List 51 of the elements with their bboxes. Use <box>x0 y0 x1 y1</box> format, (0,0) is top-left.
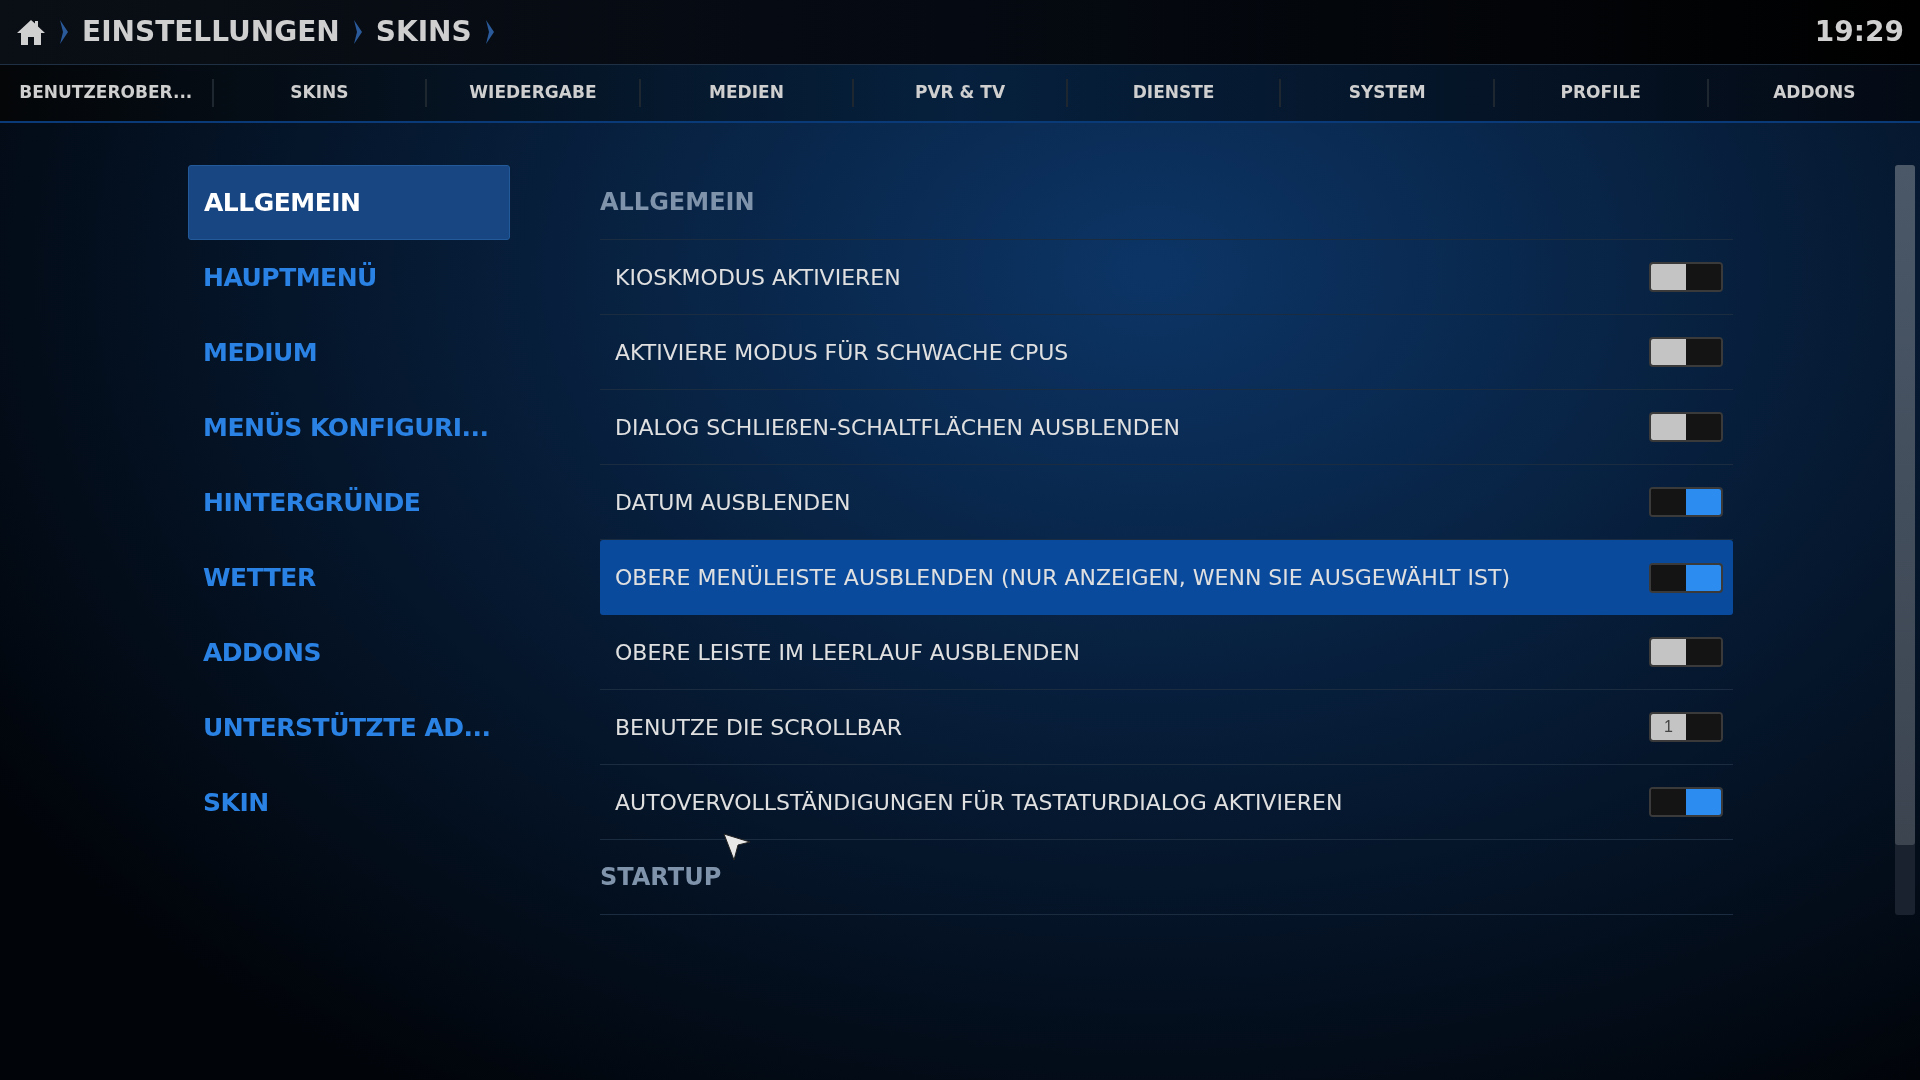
breadcrumb-item[interactable]: SKINS <box>375 11 472 53</box>
chevron-icon <box>351 18 364 46</box>
toggle-switch[interactable] <box>1649 262 1723 292</box>
clock: 19:29 <box>1814 14 1904 50</box>
tab[interactable]: ADDONS <box>1708 65 1920 121</box>
setting-label: DIALOG SCHLIEßEN-SCHALTFLÄCHEN AUSBLENDEN <box>615 413 1181 442</box>
toggle-switch[interactable] <box>1649 337 1723 367</box>
sidebar-item[interactable]: SKIN <box>188 765 510 840</box>
sidebar-item[interactable]: MENÜS KONFIGURI... <box>188 390 510 465</box>
sidebar-item[interactable]: ALLGEMEIN <box>188 165 510 240</box>
setting-label: KIOSKMODUS AKTIVIEREN <box>615 263 901 292</box>
setting-label: OBERE MENÜLEISTE AUSBLENDEN (NUR ANZEIGEN, WENN SIE AUSGEWÄHLT IST) <box>615 564 1511 592</box>
sidebar-item[interactable]: HINTERGRÜNDE <box>188 465 510 540</box>
tab[interactable]: SKINS <box>213 65 426 121</box>
setting-row[interactable]: KIOSKMODUS AKTIVIEREN <box>600 240 1733 315</box>
tab[interactable]: MEDIEN <box>640 65 853 121</box>
tab[interactable]: PVR & TV <box>854 65 1066 121</box>
sidebar-item[interactable]: HAUPTMENÜ <box>188 240 510 315</box>
breadcrumb-item[interactable]: EINSTELLUNGEN <box>82 11 340 53</box>
toggle-switch[interactable] <box>1649 412 1723 442</box>
chevron-icon <box>483 18 496 46</box>
section-header: STARTUP <box>600 862 722 893</box>
toggle-switch[interactable]: 1 <box>1649 712 1723 742</box>
setting-label: AKTIVIERE MODUS FÜR SCHWACHE CPUS <box>615 338 1069 367</box>
setting-row[interactable]: AUTOVERVOLLSTÄNDIGUNGEN FÜR TASTATURDIALOG AKTIVIEREN <box>600 765 1733 840</box>
sidebar-item[interactable]: MEDIUM <box>188 315 510 390</box>
tab[interactable]: BENUTZEROBER... <box>0 65 212 121</box>
setting-label: OBERE LEISTE IM LEERLAUF AUSBLENDEN <box>615 638 1080 667</box>
setting-label: AUTOVERVOLLSTÄNDIGUNGEN FÜR TASTATURDIALOG AKTIVIEREN <box>615 788 1343 817</box>
toggle-switch[interactable] <box>1649 637 1723 667</box>
chevron-icon <box>58 18 70 46</box>
sidebar-item[interactable]: ADDONS <box>188 615 510 690</box>
setting-row[interactable]: AKTIVIERE MODUS FÜR SCHWACHE CPUS <box>600 315 1733 390</box>
sidebar-item[interactable]: UNTERSTÜTZTE AD... <box>188 690 510 765</box>
toggle-switch[interactable] <box>1649 787 1723 817</box>
tab[interactable]: WIEDERGABE <box>427 65 639 121</box>
tab[interactable]: SYSTEM <box>1281 65 1493 121</box>
toggle-switch[interactable] <box>1649 487 1723 517</box>
sidebar-item[interactable]: WETTER <box>188 540 510 615</box>
setting-row[interactable]: OBERE LEISTE IM LEERLAUF AUSBLENDEN <box>600 615 1733 690</box>
setting-row[interactable]: BENUTZE DIE SCROLLBAR 1 <box>600 690 1733 765</box>
setting-row[interactable]: DIALOG SCHLIEßEN-SCHALTFLÄCHEN AUSBLENDEN <box>600 390 1733 465</box>
tab[interactable]: PROFILE <box>1494 65 1707 121</box>
setting-row[interactable]: OBERE MENÜLEISTE AUSBLENDEN (NUR ANZEIGEN, WENN SIE AUSGEWÄHLT IST) <box>600 540 1733 615</box>
toggle-switch[interactable] <box>1649 562 1723 593</box>
toggle-value: 1 <box>1664 717 1673 737</box>
setting-label: DATUM AUSBLENDEN <box>615 488 851 517</box>
setting-label: BENUTZE DIE SCROLLBAR <box>615 713 903 742</box>
tab[interactable]: DIENSTE <box>1067 65 1280 121</box>
home-icon[interactable] <box>16 18 46 46</box>
section-header: ALLGEMEIN <box>600 187 755 218</box>
